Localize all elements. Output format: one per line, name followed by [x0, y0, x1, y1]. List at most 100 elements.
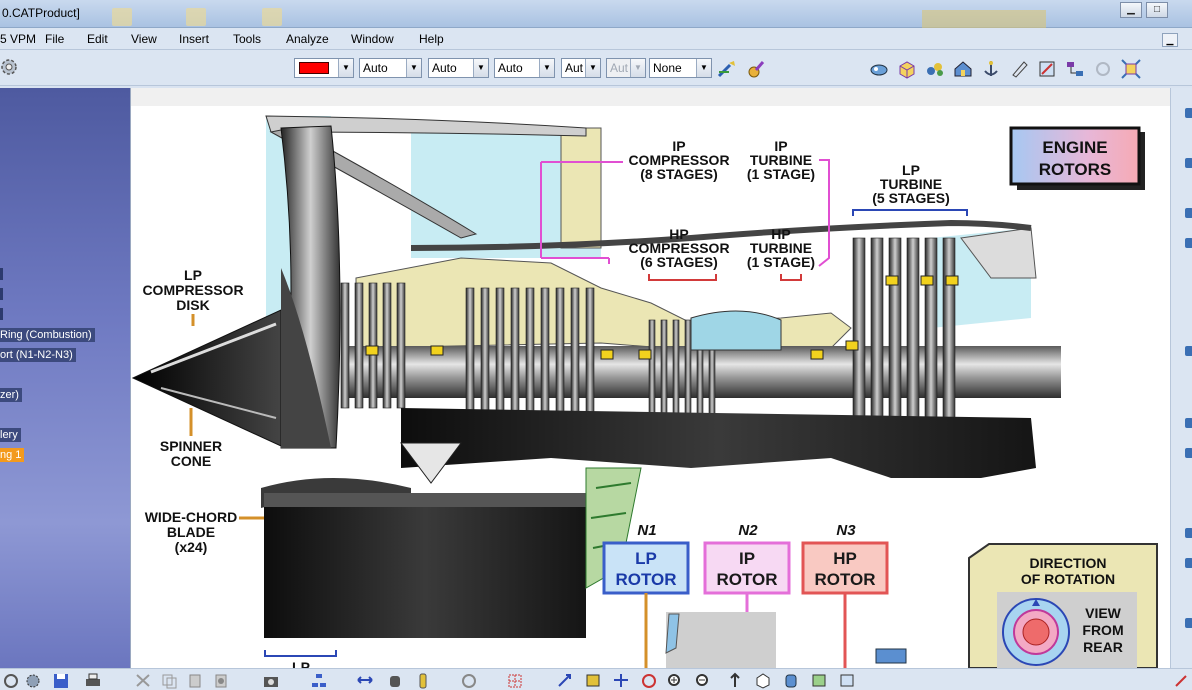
rotate-icon[interactable]: [2, 672, 20, 689]
gear-icon[interactable]: [24, 672, 42, 689]
product-icon[interactable]: [896, 58, 918, 80]
menu-analyze[interactable]: Analyze: [286, 32, 329, 46]
blade-label-3: (x24): [175, 539, 208, 555]
ip-compressor-stages: [465, 287, 595, 429]
layer-combo[interactable]: None ▼: [649, 58, 712, 78]
bottom-toolbar: [0, 668, 1192, 690]
normal-view-icon[interactable]: [726, 672, 744, 689]
toolbar-icon[interactable]: [1185, 618, 1192, 628]
maximize-button[interactable]: □: [1146, 2, 1168, 18]
tree-item-analyzer[interactable]: zer): [0, 388, 22, 402]
toolbar-icon[interactable]: [1185, 108, 1192, 118]
hp-compressor-blade: [648, 319, 656, 419]
chevron-down-icon[interactable]: ▼: [338, 59, 353, 77]
fit-all-icon[interactable]: [356, 672, 374, 689]
menu-view[interactable]: View: [131, 32, 157, 46]
chevron-down-icon[interactable]: ▼: [585, 59, 600, 77]
scissors-icon[interactable]: [134, 672, 152, 689]
hide-show-icon[interactable]: [838, 672, 856, 689]
toolbar-icon[interactable]: [1185, 418, 1192, 428]
link-icon[interactable]: [460, 672, 478, 689]
pan-icon[interactable]: [612, 672, 630, 689]
catia-window: 0.CATProduct] ▁ □ 5 VPM File Edit View I…: [0, 0, 1192, 690]
ip-compressor-blade: [480, 287, 490, 429]
menu-edit[interactable]: Edit: [87, 32, 108, 46]
save-icon[interactable]: [52, 672, 70, 689]
point-size-combo[interactable]: Aut ▼: [606, 58, 646, 78]
print-icon[interactable]: [84, 672, 102, 689]
title-line-1: ENGINE: [1042, 138, 1107, 157]
copy-icon[interactable]: [160, 672, 178, 689]
shading-icon[interactable]: [810, 672, 828, 689]
lp-disk-label-2: COMPRESSOR: [142, 282, 243, 298]
line-type-combo[interactable]: Auto ▼: [494, 58, 555, 78]
tree-item-combustion-ring[interactable]: Ring (Combustion): [0, 328, 95, 342]
cylinder-icon[interactable]: [782, 672, 800, 689]
line-thickness-combo[interactable]: Auto ▼: [428, 58, 489, 78]
painter-icon[interactable]: [744, 58, 766, 80]
measure-icon[interactable]: [1036, 58, 1058, 80]
toolbar-icon[interactable]: [1185, 158, 1192, 168]
window-title: 0.CATProduct]: [2, 6, 80, 20]
chevron-down-icon[interactable]: ▼: [473, 59, 488, 77]
rotate-view-icon[interactable]: [640, 672, 658, 689]
camera-icon[interactable]: [262, 672, 280, 689]
ip-compressor-blade: [510, 287, 520, 429]
legend-shaft-diagram: [666, 612, 776, 668]
house-icon[interactable]: [952, 58, 974, 80]
chevron-down-icon[interactable]: ▼: [539, 59, 554, 77]
grid-icon[interactable]: [506, 672, 524, 689]
bottle-icon[interactable]: [414, 672, 432, 689]
toolbar-icon[interactable]: [1185, 208, 1192, 218]
explode-icon[interactable]: [1120, 58, 1142, 80]
chevron-down-icon[interactable]: ▼: [696, 59, 711, 77]
diagram-top-shade: [131, 88, 1170, 106]
hand-icon[interactable]: [386, 672, 404, 689]
tree-structure-icon[interactable]: [1064, 58, 1086, 80]
bearing-marker: [945, 275, 959, 286]
menu-file[interactable]: File: [45, 32, 64, 46]
direction-label-2: OF ROTATION: [1021, 571, 1115, 587]
iso-view-icon[interactable]: [754, 672, 772, 689]
engine-rotors-diagram: ENGINE ROTORS IP COMPRESSOR (8 STAGES) I…: [131, 88, 1170, 668]
gear-icon[interactable]: [0, 56, 22, 78]
zoom-in-icon[interactable]: [666, 672, 684, 689]
toolbar-icon[interactable]: [1185, 346, 1192, 356]
transparency-combo[interactable]: Auto ▼: [359, 58, 422, 78]
tree-item-support[interactable]: ort (N1-N2-N3): [0, 348, 76, 362]
paste-special-icon[interactable]: [212, 672, 230, 689]
menu-insert[interactable]: Insert: [179, 32, 209, 46]
tree-item-gallery[interactable]: lery: [0, 428, 21, 442]
toolbar-icon[interactable]: [1185, 238, 1192, 248]
expand-icon[interactable]: [1172, 672, 1190, 689]
anchor-icon[interactable]: [980, 58, 1002, 80]
rotor-legend-line-2: ROTOR: [716, 570, 777, 589]
zoom-out-icon[interactable]: [694, 672, 712, 689]
menu-help[interactable]: Help: [419, 32, 444, 46]
paintbrush-icon[interactable]: [716, 58, 738, 80]
fly-icon[interactable]: [556, 672, 574, 689]
pencil-icon[interactable]: [1008, 58, 1030, 80]
apply-material-icon[interactable]: [868, 58, 890, 80]
3d-viewer[interactable]: ENGINE ROTORS IP COMPRESSOR (8 STAGES) I…: [130, 88, 1170, 668]
mdi-minimize-button[interactable]: ▁: [1162, 33, 1178, 47]
point-type-combo[interactable]: Aut ▼: [561, 58, 601, 78]
tree-item-selected[interactable]: ng 1: [0, 448, 25, 462]
bearing-marker: [638, 349, 652, 360]
direction-label-1: DIRECTION: [1030, 555, 1107, 571]
toolbar-icon[interactable]: [1185, 448, 1192, 458]
components-icon[interactable]: [924, 58, 946, 80]
toolbar-icon[interactable]: [1185, 528, 1192, 538]
paste-icon[interactable]: [186, 672, 204, 689]
toolbar-icon[interactable]: [1185, 558, 1192, 568]
menu-tools[interactable]: Tools: [233, 32, 261, 46]
chevron-down-icon[interactable]: ▼: [630, 59, 645, 77]
fill-color-combo[interactable]: ▼: [294, 58, 354, 78]
hierarchy-icon[interactable]: [310, 672, 328, 689]
menu-window[interactable]: Window: [351, 32, 394, 46]
refresh-icon[interactable]: [1092, 58, 1114, 80]
minimize-button[interactable]: ▁: [1120, 2, 1142, 18]
fit-icon[interactable]: [584, 672, 602, 689]
chevron-down-icon[interactable]: ▼: [406, 59, 421, 77]
bottom-lp-label: LP: [292, 659, 310, 668]
